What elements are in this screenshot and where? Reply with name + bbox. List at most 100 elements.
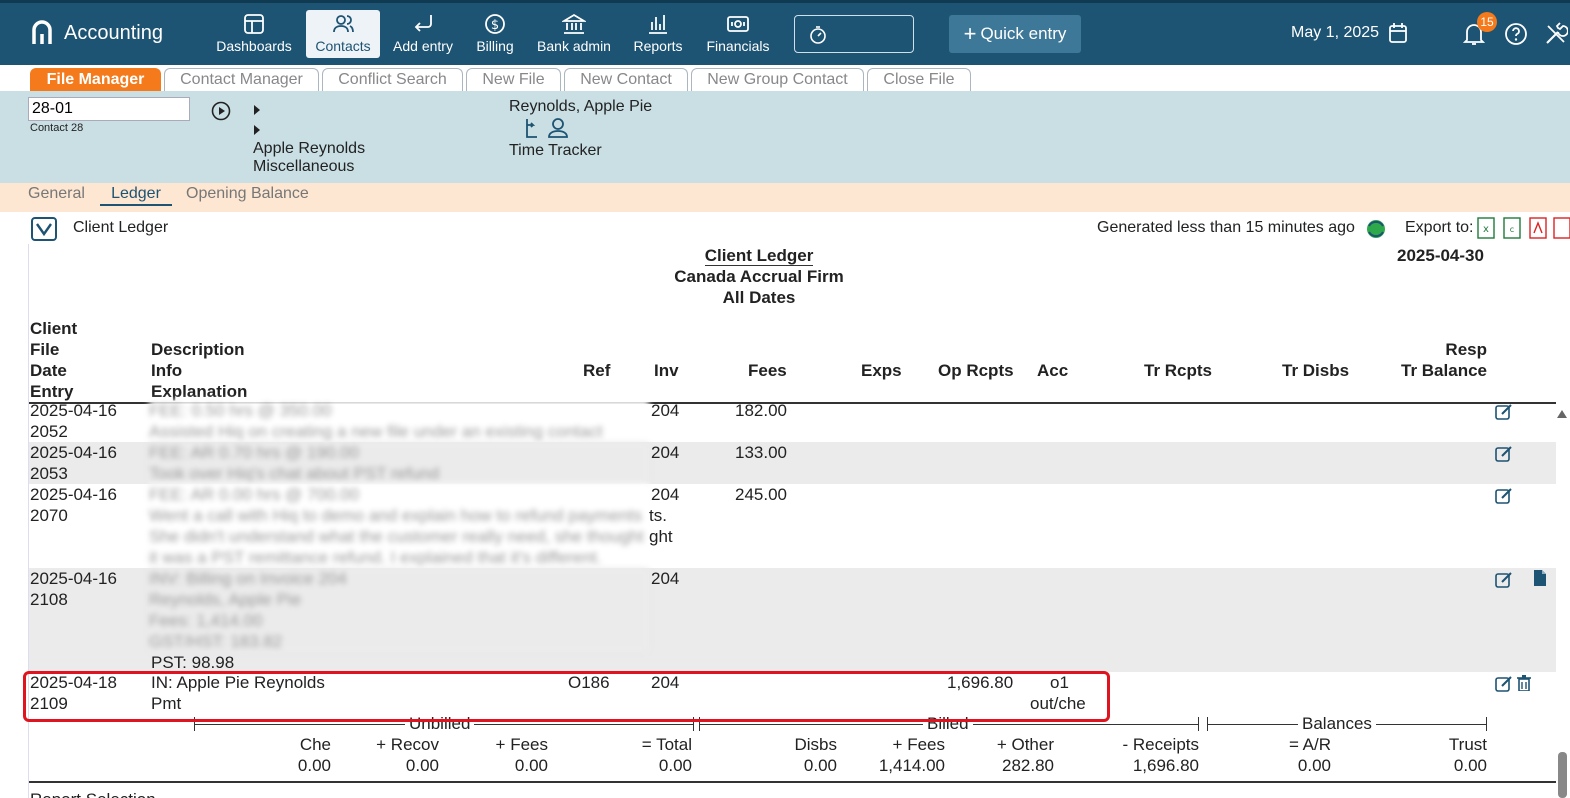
- nav-financials[interactable]: Financials: [700, 10, 776, 58]
- report-selection-label[interactable]: Report Selection: [30, 789, 156, 798]
- subtab-general[interactable]: General: [28, 185, 85, 203]
- collapse-button[interactable]: [31, 217, 57, 241]
- summary-value-recov: 0.00: [405, 756, 439, 775]
- tools-icon[interactable]: [1544, 22, 1568, 46]
- expand-arrow-icon[interactable]: [254, 125, 260, 135]
- nav-add-entry[interactable]: Add entry: [388, 10, 458, 58]
- nav-dashboards[interactable]: Dashboards: [212, 10, 296, 58]
- redacted-description: FEE: AR 0.70 hrs @ 190.00 Took over Hiq'…: [149, 442, 649, 484]
- tab-new-group-contact[interactable]: New Group Contact: [691, 68, 864, 91]
- summary-bottom-rule: [29, 781, 1556, 783]
- document-icon[interactable]: [1533, 570, 1547, 586]
- edit-icon[interactable]: [1495, 571, 1513, 589]
- edit-icon[interactable]: [1495, 487, 1513, 505]
- notification-count-badge: 15: [1477, 12, 1497, 32]
- summary-head-disbs: Disbs: [794, 735, 837, 754]
- pdf-export-icon[interactable]: [1529, 217, 1547, 239]
- client-name[interactable]: Reynolds, Apple Pie: [509, 98, 652, 116]
- col-tr-rcpts: Tr Rcpts: [1144, 361, 1213, 380]
- play-icon[interactable]: [211, 101, 231, 121]
- col-ref: Ref: [583, 361, 611, 380]
- redacted-line: FEE: 0.50 hrs @ 350.00: [149, 401, 332, 420]
- time-tracker-icons[interactable]: [523, 117, 571, 139]
- row-entry: 2070: [30, 506, 68, 525]
- redacted-description: FEE: 0.50 hrs @ 350.00 Assisted Hiq on c…: [149, 400, 649, 442]
- nav-reports[interactable]: Reports: [628, 10, 688, 58]
- redacted-line: Reynolds, Apple Pie: [149, 590, 302, 609]
- scroll-up-arrow-icon[interactable]: [1557, 410, 1567, 418]
- row-date: 2025-04-16: [30, 443, 117, 462]
- redacted-line: GST/HST: 183.82: [149, 632, 283, 651]
- summary-head-recov: + Recov: [376, 735, 439, 754]
- ledger-toolbar: Client Ledger Generated less than 15 min…: [0, 212, 1570, 244]
- nav-contacts-label: Contacts: [315, 38, 371, 54]
- nav-reports-label: Reports: [633, 38, 683, 54]
- redacted-line: Fees: 1,414.00: [149, 611, 263, 630]
- expand-arrow-icon[interactable]: [254, 105, 260, 115]
- trash-icon[interactable]: [1517, 675, 1531, 691]
- csv-export-icon[interactable]: c: [1503, 217, 1521, 239]
- top-strip: [0, 0, 1570, 3]
- summary-value-receipts: 1,696.80: [1132, 756, 1199, 775]
- app-logo-icon[interactable]: [30, 20, 54, 46]
- timer-button[interactable]: [794, 15, 914, 53]
- edit-icon[interactable]: [1495, 445, 1513, 463]
- plus-icon: +: [963, 21, 977, 46]
- quick-entry-button[interactable]: + Quick entry: [949, 15, 1081, 53]
- col-op-rcpts: Op Rcpts: [938, 361, 1014, 380]
- table-row: 2025-04-16 2053 FEE: AR 0.70 hrs @ 190.0…: [29, 442, 1556, 484]
- excel-export-icon[interactable]: x: [1477, 217, 1495, 239]
- file-desc-line2: Miscellaneous: [253, 158, 355, 175]
- redacted-description: INV: Billing on Invoice 204 Reynolds, Ap…: [149, 568, 649, 652]
- file-number-input[interactable]: [28, 97, 190, 121]
- redacted-line: Took over Hiq's chat about PST refund: [149, 464, 440, 483]
- subtab-opening-balance[interactable]: Opening Balance: [186, 185, 309, 203]
- bank-icon: [562, 13, 586, 34]
- col-fees: Fees: [748, 361, 787, 380]
- nav-billing-label: Billing: [476, 38, 514, 54]
- highlight-box: [23, 671, 1110, 722]
- nav-bank-admin[interactable]: Bank admin: [532, 10, 616, 58]
- tab-new-file[interactable]: New File: [466, 68, 561, 91]
- table-row: 2025-04-16 2070 FEE: AR 0.00 hrs @ 700.0…: [29, 484, 1556, 568]
- scrollbar-thumb[interactable]: [1558, 752, 1567, 798]
- nav-billing[interactable]: $ Billing: [470, 10, 520, 58]
- tab-contact-manager[interactable]: Contact Manager: [164, 68, 319, 91]
- svg-text:x: x: [1483, 224, 1489, 235]
- redacted-line: She didn't understand what the customer …: [149, 527, 644, 546]
- row-entry: 2053: [30, 464, 68, 483]
- tab-conflict-search[interactable]: Conflict Search: [322, 68, 463, 91]
- stopwatch-icon: [810, 26, 826, 44]
- col-description-info: Description Info Explanation: [151, 339, 247, 402]
- redacted-line: FEE: AR 0.70 hrs @ 190.00: [149, 443, 360, 462]
- help-icon[interactable]: [1504, 22, 1528, 46]
- time-tracker-link[interactable]: Time Tracker: [509, 142, 602, 160]
- summary-head-che: Che: [299, 735, 331, 754]
- chevron-down-icon: [36, 223, 52, 237]
- col-resp-tr-balance: Resp Tr Balance: [1399, 339, 1487, 381]
- summary-value-ar: 0.00: [1297, 756, 1331, 775]
- subtab-ledger[interactable]: Ledger: [100, 185, 172, 206]
- row-fees: 133.00: [735, 443, 787, 462]
- tab-new-contact[interactable]: New Contact: [564, 68, 688, 91]
- calendar-icon[interactable]: [1388, 22, 1408, 44]
- header-date[interactable]: May 1, 2025: [1291, 24, 1379, 42]
- nav-contacts[interactable]: Contacts: [306, 10, 380, 58]
- dashboard-icon: [244, 14, 264, 34]
- refresh-icon[interactable]: [1364, 217, 1388, 241]
- summary-value-billed-fees: 1,414.00: [878, 756, 945, 775]
- redacted-line: Assisted Hiq on creating a new file unde…: [149, 422, 603, 441]
- col-client: Client: [30, 319, 78, 338]
- summary-head-other: + Other: [996, 735, 1054, 754]
- summary-head-trust: Trust: [1448, 735, 1487, 754]
- edit-icon[interactable]: [1495, 403, 1513, 421]
- edit-icon[interactable]: [1495, 675, 1513, 693]
- summary-head-receipts: - Receipts: [1122, 735, 1199, 754]
- col-entry: Entry: [30, 382, 74, 401]
- col-info: Info: [151, 361, 183, 380]
- col-tr-balance: Tr Balance: [1401, 361, 1487, 380]
- row-date: 2025-04-16: [30, 569, 117, 588]
- tab-close-file[interactable]: Close File: [867, 68, 971, 91]
- pdf-print-icon[interactable]: [1553, 217, 1570, 239]
- tab-file-manager[interactable]: File Manager: [30, 68, 161, 91]
